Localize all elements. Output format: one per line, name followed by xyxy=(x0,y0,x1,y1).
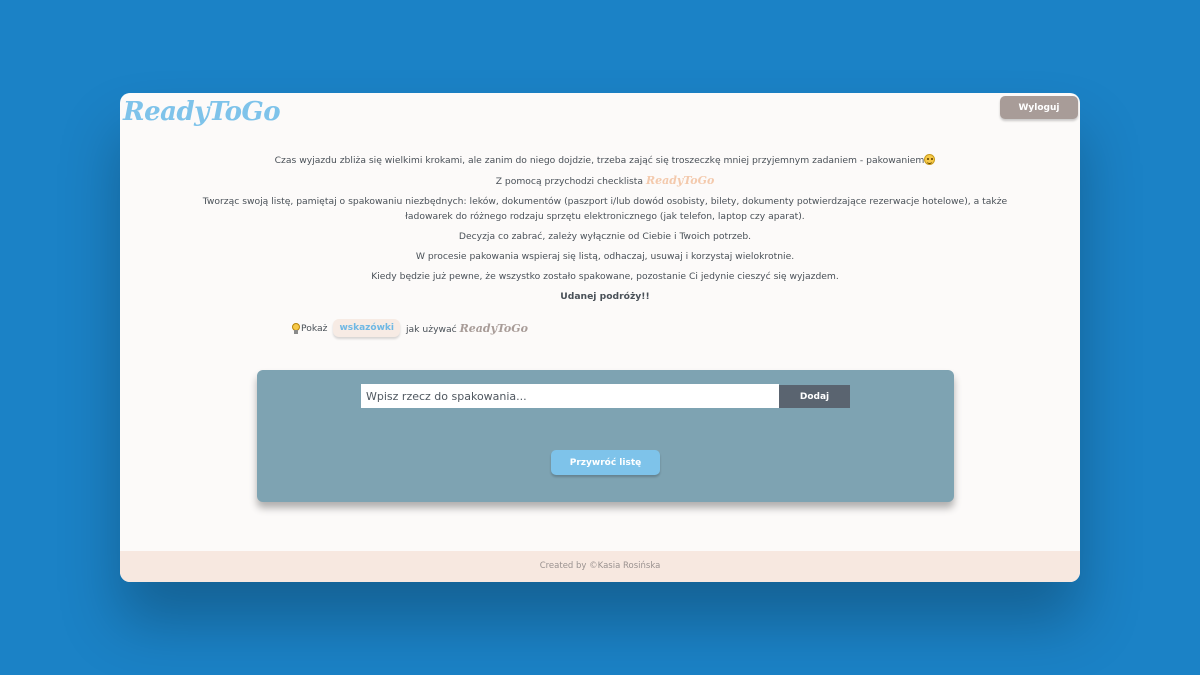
intro-line-4: Decyzja co zabrać, zależy wyłącznie od C… xyxy=(458,231,752,242)
footer: Created by ©Kasia Rosińska xyxy=(120,551,1080,582)
hints-suffix: jak używać ReadyToGo xyxy=(406,322,528,335)
app-logo[interactable]: ReadyToGo xyxy=(123,97,281,127)
add-button[interactable]: Dodaj xyxy=(779,385,850,408)
hints-row: Pokaż wskazówki jak używać ReadyToGo xyxy=(292,319,528,337)
packing-panel: Dodaj Przywróć listę xyxy=(257,370,954,502)
app-window: ReadyToGo Wyloguj Czas wyjazdu zbliża si… xyxy=(120,93,1080,582)
show-hints-button[interactable]: wskazówki xyxy=(333,319,400,337)
intro-line-6: Kiedy będzie już pewne, że wszystko zost… xyxy=(371,271,839,282)
hints-prefix-text: Pokaż xyxy=(301,322,328,334)
intro-line-5: W procesie pakowania wspieraj się listą,… xyxy=(415,251,795,262)
intro-line-2: Z pomocą przychodzi checklista ReadyToGo xyxy=(180,171,1030,192)
logout-button[interactable]: Wyloguj xyxy=(1000,96,1078,119)
lightbulb-icon xyxy=(292,322,300,334)
intro-line-1: Czas wyjazdu zbliża się wielkimi krokami… xyxy=(180,151,1030,171)
hints-prefix: Pokaż xyxy=(292,322,328,334)
footer-credit: Created by ©Kasia Rosińska xyxy=(539,561,661,571)
intro-line-7: Udanej podróży!! xyxy=(560,291,650,302)
hints-suffix-text: jak używać xyxy=(406,323,457,335)
item-input[interactable] xyxy=(361,384,779,408)
intro-text: Czas wyjazdu zbliża się wielkimi krokami… xyxy=(180,151,1030,307)
inline-logo: ReadyToGo xyxy=(645,174,715,187)
intro-line-1-text: Czas wyjazdu zbliża się wielkimi krokami… xyxy=(274,155,925,166)
intro-line-3: Tworząc swoją listę, pamiętaj o spakowan… xyxy=(202,196,1008,222)
hints-logo: ReadyToGo xyxy=(459,321,528,335)
intro-line-2-text: Z pomocą przychodzi checklista xyxy=(495,176,644,187)
smile-emoji-icon xyxy=(924,154,936,165)
restore-list-button[interactable]: Przywróć listę xyxy=(551,450,660,475)
